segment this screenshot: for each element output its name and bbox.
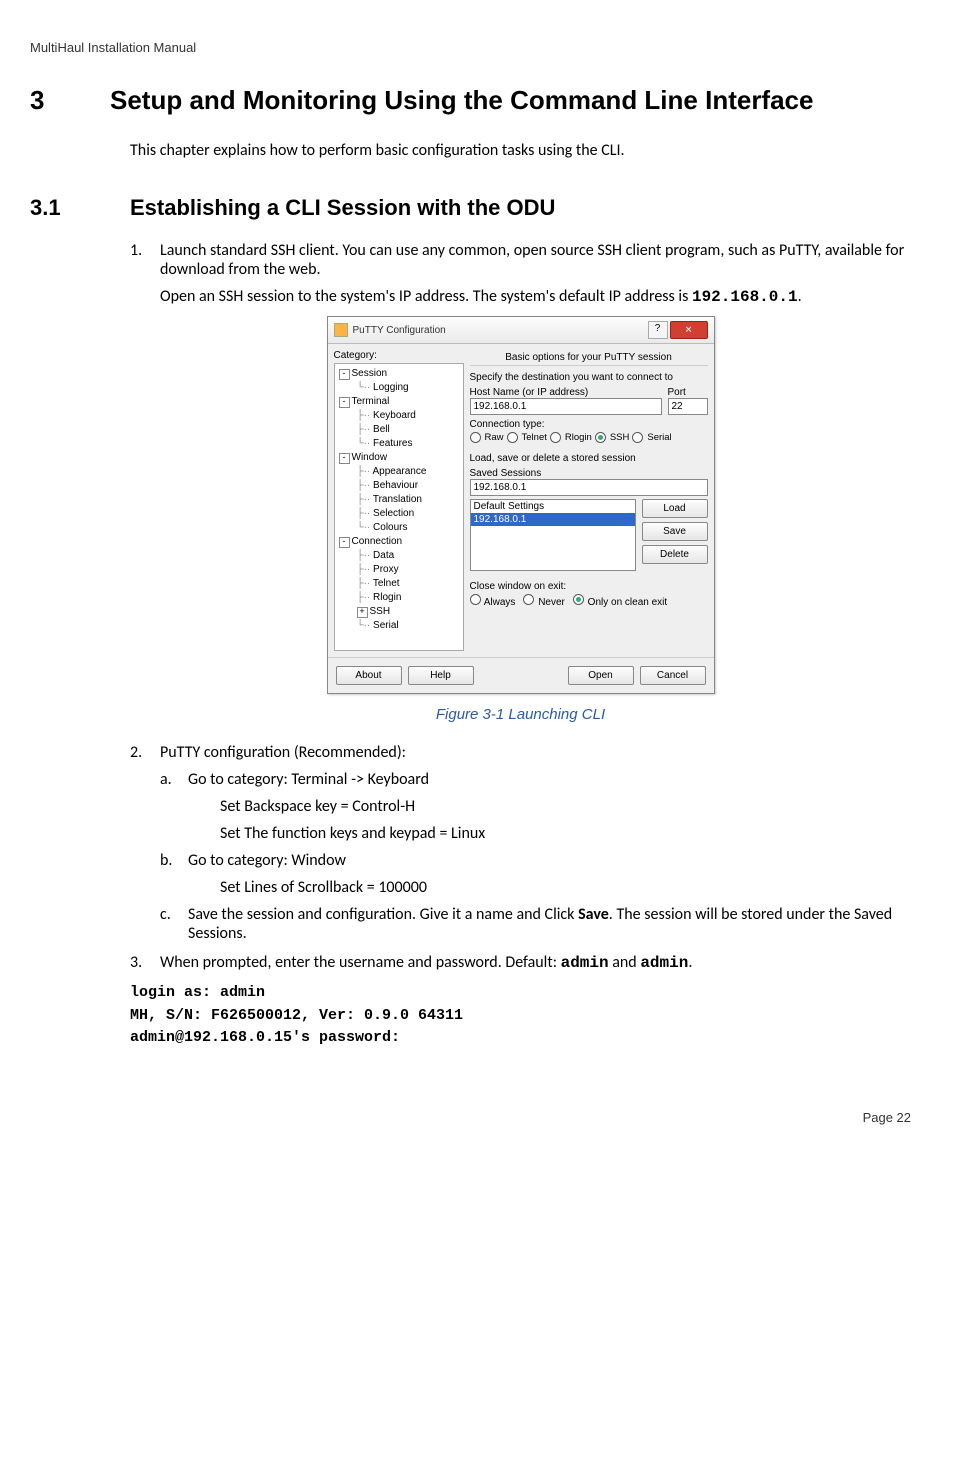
tree-behaviour[interactable]: Behaviour [373, 480, 418, 491]
terminal-line: MH, S/N: F626500012, Ver: 0.9.0 64311 [130, 1005, 911, 1028]
host-label: Host Name (or IP address) [470, 387, 662, 398]
putty-screenshot: PuTTY Configuration ? Category: -Session… [327, 316, 715, 694]
tree-colours[interactable]: Colours [373, 522, 407, 533]
clean-exit-radio[interactable] [573, 594, 584, 605]
ssh-radio[interactable] [595, 432, 606, 443]
tree-translation[interactable]: Translation [373, 494, 422, 505]
step-text: PuTTY configuration (Recommended): [160, 743, 911, 762]
category-label: Category: [334, 350, 464, 361]
figure-caption: Figure 3-1 Launching CLI [130, 706, 911, 723]
default-pass: admin [640, 954, 688, 972]
never-radio[interactable] [523, 594, 534, 605]
delete-button[interactable]: Delete [642, 545, 708, 564]
section-number: 3.1 [30, 195, 130, 221]
port-label: Port [668, 387, 708, 398]
session-selected[interactable]: 192.168.0.1 [471, 513, 635, 526]
category-tree[interactable]: -Session └·· Logging -Terminal ├·· Keybo… [334, 363, 464, 651]
step-number: 3. [130, 953, 160, 972]
telnet-radio[interactable] [507, 432, 518, 443]
rlogin-radio[interactable] [550, 432, 561, 443]
always-radio[interactable] [470, 594, 481, 605]
tree-selection[interactable]: Selection [373, 508, 414, 519]
substep-b: b. Go to category: Window [160, 851, 911, 870]
set-function-keys: Set The function keys and keypad = Linux [220, 824, 911, 843]
saved-sessions-label: Saved Sessions [470, 468, 708, 479]
open-button[interactable]: Open [568, 666, 634, 685]
putty-icon [334, 323, 348, 337]
step-number: 1. [130, 241, 160, 279]
step-3: 3. When prompted, enter the username and… [130, 953, 911, 972]
tree-data[interactable]: Data [373, 550, 394, 561]
help-icon[interactable]: ? [648, 321, 668, 339]
tree-serial[interactable]: Serial [373, 620, 399, 631]
tree-logging[interactable]: Logging [373, 382, 409, 393]
page-footer: Page 22 [30, 1110, 911, 1125]
chapter-heading: 3 Setup and Monitoring Using the Command… [30, 85, 911, 116]
section-title: Establishing a CLI Session with the ODU [130, 195, 555, 221]
saved-session-input[interactable] [470, 479, 708, 496]
tree-proxy[interactable]: Proxy [373, 564, 399, 575]
host-input[interactable] [470, 398, 662, 415]
default-user: admin [561, 954, 609, 972]
putty-titlebar: PuTTY Configuration ? [328, 317, 714, 344]
substep-c: c. Save the session and configuration. G… [160, 905, 911, 943]
step-2: 2. PuTTY configuration (Recommended): [130, 743, 911, 762]
tree-session[interactable]: Session [352, 368, 388, 379]
tree-terminal[interactable]: Terminal [352, 396, 390, 407]
port-input[interactable] [668, 398, 708, 415]
terminal-output: login as: admin MH, S/N: F626500012, Ver… [130, 982, 911, 1050]
close-on-exit-label: Close window on exit: [470, 581, 708, 592]
substep-a: a. Go to category: Terminal -> Keyboard [160, 770, 911, 789]
load-button[interactable]: Load [642, 499, 708, 518]
doc-header: MultiHaul Installation Manual [30, 40, 911, 55]
tree-appearance[interactable]: Appearance [372, 466, 426, 477]
tree-window[interactable]: Window [352, 452, 388, 463]
dest-label: Specify the destination you want to conn… [470, 372, 708, 383]
step-number: 2. [130, 743, 160, 762]
tree-telnet[interactable]: Telnet [373, 578, 400, 589]
chapter-number: 3 [30, 85, 110, 116]
chapter-title: Setup and Monitoring Using the Command L… [110, 85, 911, 116]
step-1: 1. Launch standard SSH client. You can u… [130, 241, 911, 279]
section-heading: 3.1 Establishing a CLI Session with the … [30, 195, 911, 221]
conn-type-label: Connection type: [470, 419, 708, 430]
serial-radio[interactable] [632, 432, 643, 443]
tree-keyboard[interactable]: Keyboard [373, 410, 416, 421]
panel-title: Basic options for your PuTTY session [470, 350, 708, 366]
lsd-label: Load, save or delete a stored session [470, 453, 708, 464]
about-button[interactable]: About [336, 666, 402, 685]
close-icon[interactable] [670, 321, 708, 339]
save-bold: Save [578, 905, 609, 924]
tree-ssh[interactable]: SSH [370, 606, 391, 617]
set-scrollback: Set Lines of Scrollback = 100000 [220, 878, 911, 897]
save-button[interactable]: Save [642, 522, 708, 541]
terminal-line: admin@192.168.0.15's password: [130, 1027, 911, 1050]
default-ip: 192.168.0.1 [692, 288, 798, 306]
raw-radio[interactable] [470, 432, 481, 443]
tree-rlogin[interactable]: Rlogin [373, 592, 401, 603]
session-default[interactable]: Default Settings [471, 500, 635, 513]
cancel-button[interactable]: Cancel [640, 666, 706, 685]
tree-features[interactable]: Features [373, 438, 412, 449]
chapter-intro: This chapter explains how to perform bas… [130, 141, 911, 160]
tree-bell[interactable]: Bell [373, 424, 390, 435]
set-backspace: Set Backspace key = Control-H [220, 797, 911, 816]
putty-title: PuTTY Configuration [353, 325, 648, 336]
help-button[interactable]: Help [408, 666, 474, 685]
sessions-listbox[interactable]: Default Settings 192.168.0.1 [470, 499, 636, 571]
tree-connection[interactable]: Connection [352, 536, 403, 547]
step-text: Launch standard SSH client. You can use … [160, 241, 911, 279]
terminal-line: login as: admin [130, 982, 911, 1005]
step-1-note: Open an SSH session to the system's IP a… [160, 287, 911, 306]
